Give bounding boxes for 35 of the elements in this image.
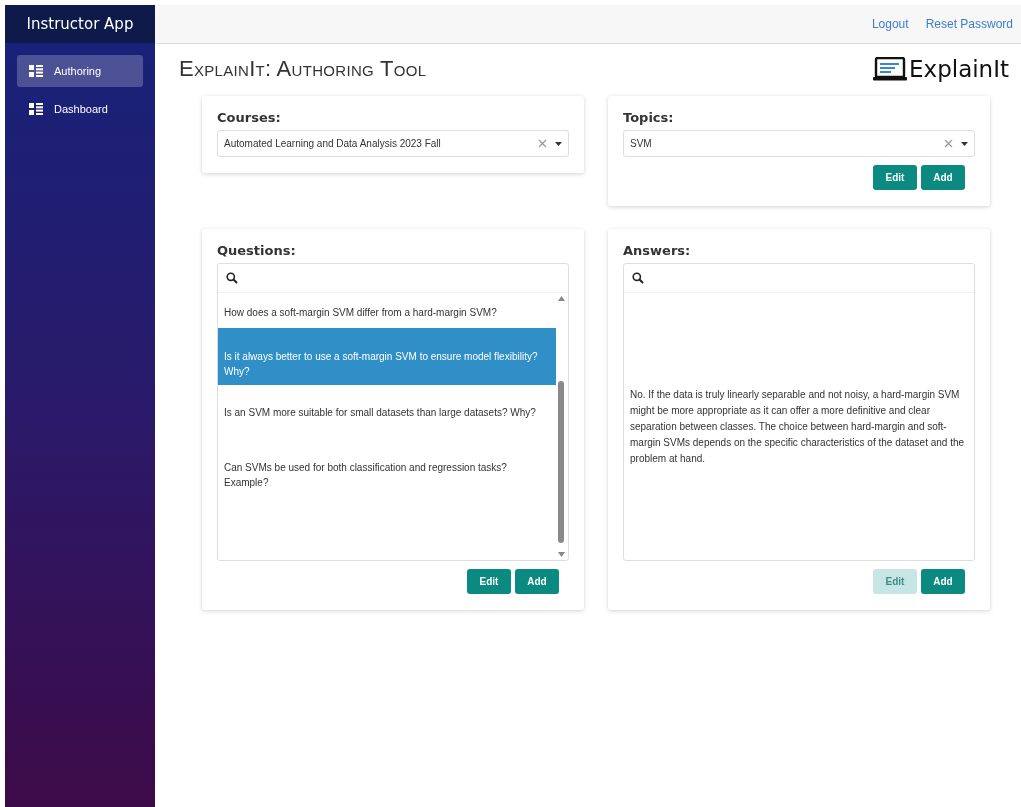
- logo: ExplainIt: [873, 56, 1009, 82]
- topics-label: Topics:: [623, 110, 675, 125]
- clear-icon[interactable]: [944, 139, 953, 148]
- question-item[interactable]: Can SVMs be used for both classification and regression tasks? Example?: [218, 440, 556, 510]
- logout-link[interactable]: Logout: [871, 17, 909, 31]
- answers-label: Answers:: [623, 243, 692, 258]
- add-button[interactable]: Add: [921, 569, 965, 594]
- add-button[interactable]: Add: [515, 569, 559, 594]
- answer-text: No. If the data is truly linearly separable and not noisy, a hard-margin SVM might be more appropriate as it can offer a more definitive and clear separation between classes. The choice between hard-margin and soft-margin SVMs depends on the specific characteristics of the dataset and the problem at hand.: [630, 387, 966, 466]
- scroll-down-icon[interactable]: [558, 552, 565, 557]
- app-title: Instructor App: [5, 5, 155, 43]
- edit-button[interactable]: Edit: [467, 569, 511, 594]
- scrollbar[interactable]: [556, 293, 568, 560]
- search-icon: [226, 272, 238, 284]
- nav-item[interactable]: Authoring: [17, 55, 143, 87]
- page-title: ExplainIt: Authoring Tool: [179, 56, 427, 82]
- list-icon: [29, 65, 43, 77]
- question-item[interactable]: Is an SVM more suitable for small datasets than large datasets? Why?: [218, 385, 556, 440]
- reset-password-link[interactable]: Reset Password: [925, 17, 1013, 31]
- scroll-up-icon[interactable]: [558, 296, 565, 301]
- edit-button[interactable]: Edit: [873, 165, 917, 190]
- clear-icon[interactable]: [538, 139, 547, 148]
- list-icon: [29, 103, 43, 115]
- select-field[interactable]: Automated Learning and Data Analysis 2023 Fall: [217, 130, 569, 157]
- questions-label: Questions:: [217, 243, 297, 258]
- caret-icon[interactable]: [555, 141, 562, 146]
- select-field[interactable]: SVM: [623, 130, 975, 157]
- search-icon: [632, 272, 644, 284]
- nav-item[interactable]: Dashboard: [17, 93, 143, 125]
- caret-icon[interactable]: [961, 141, 968, 146]
- question-item[interactable]: Is it always better to use a soft-margin SVM to ensure model flexibility? Why?: [218, 328, 556, 385]
- add-button[interactable]: Add: [921, 165, 965, 190]
- laptop-icon: [873, 57, 907, 81]
- question-item[interactable]: How does a soft-margin SVM differ from a hard-margin SVM?: [218, 293, 556, 328]
- courses-label: Courses:: [217, 110, 282, 125]
